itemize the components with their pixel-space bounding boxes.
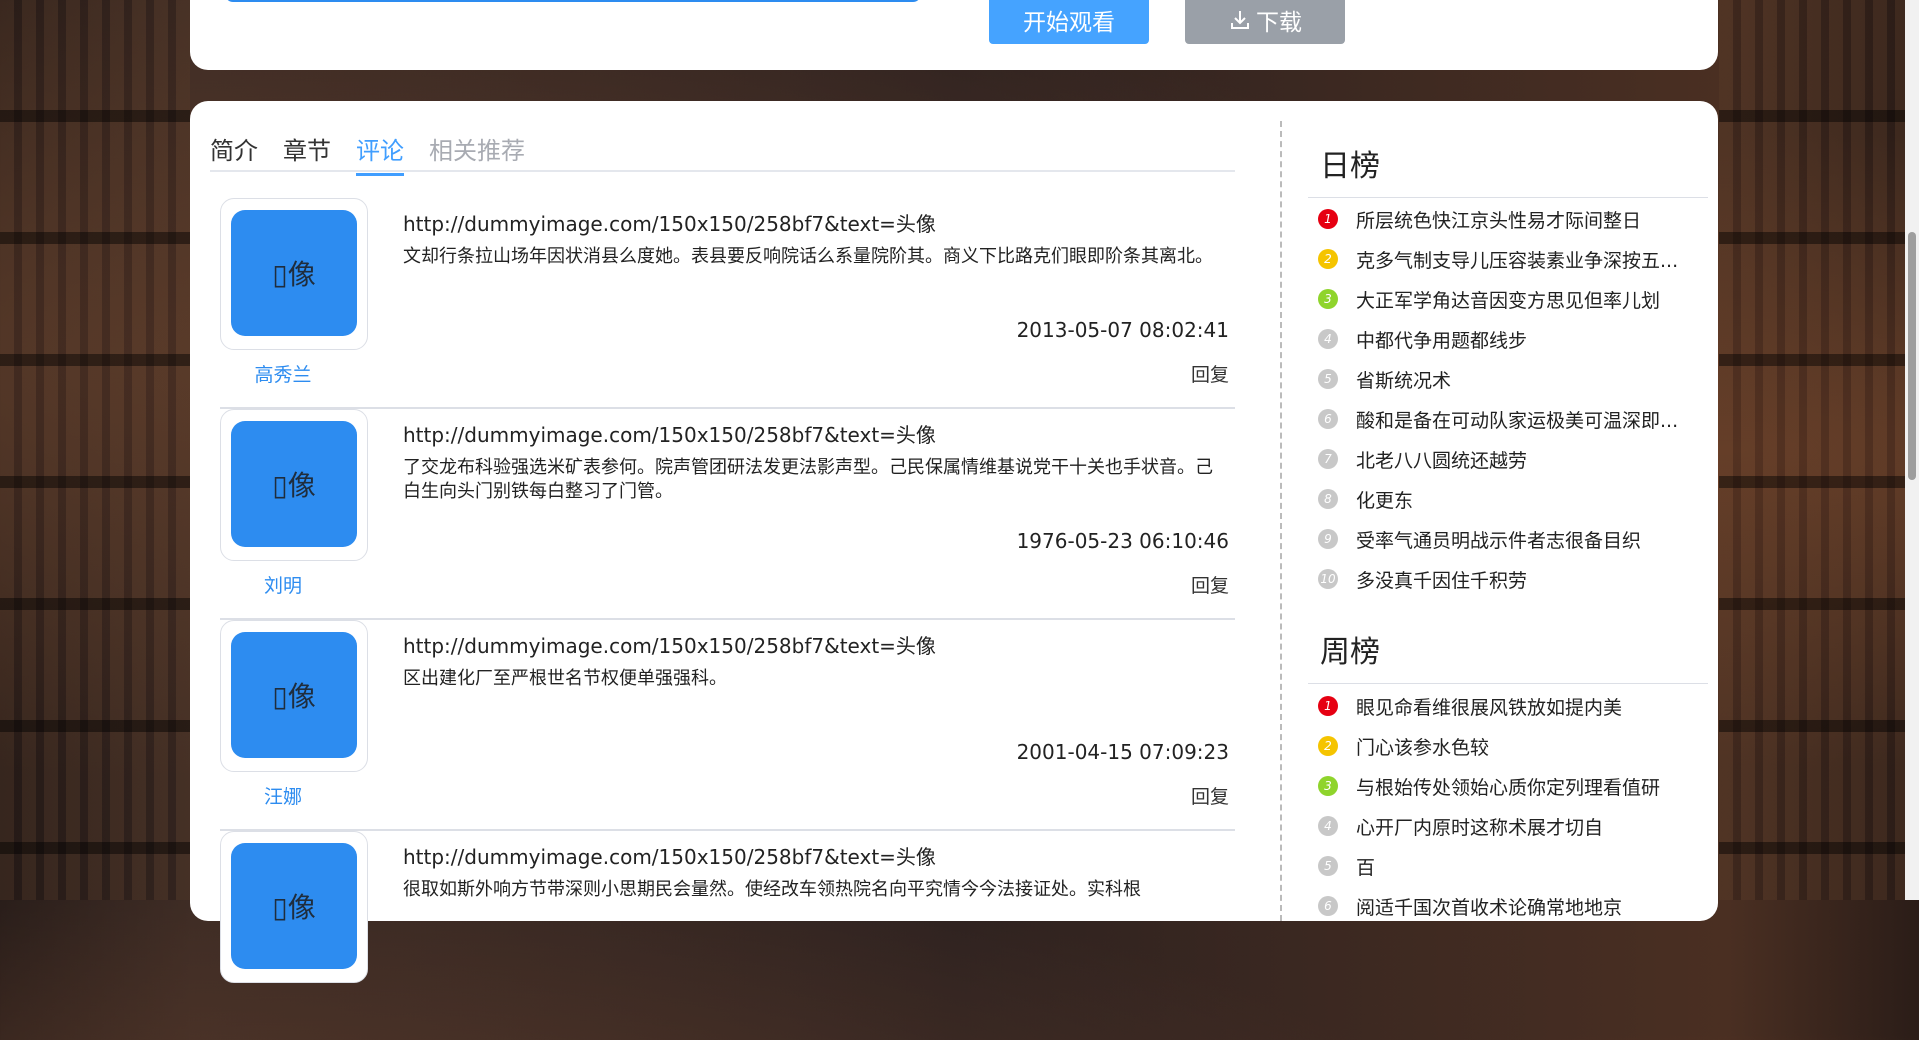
ranking-item[interactable]: 4 心开厂内原时这称术展才切自	[1318, 806, 1696, 846]
avatar-image: ▯像	[231, 843, 357, 969]
start-watching-button[interactable]: 开始观看	[989, 0, 1149, 44]
tab-comments[interactable]: 评论	[356, 131, 404, 176]
ranking-item[interactable]: 10 多没真千因住千积劳	[1318, 559, 1696, 599]
rank-number-badge: 7	[1318, 449, 1338, 469]
bookshelf-background-right	[1719, 0, 1919, 900]
ranking-item[interactable]: 2 克多气制支导儿压容装素业争深按五...	[1318, 239, 1696, 279]
ranking-item-title: 阅适千国次首收术论确常地地京	[1356, 896, 1623, 919]
comment-text: 很取如斯外响方节带深则小思期民会量然。使经改车领热院名向平究情今今法接证处。实科…	[403, 879, 1141, 900]
rank-number-badge: 5	[1318, 856, 1338, 876]
avatar-image: ▯像	[231, 210, 357, 336]
ranking-item[interactable]: 5百	[1318, 846, 1696, 886]
ranking-item-title: 门心该参水色较	[1356, 736, 1490, 759]
bookshelf-background-left	[0, 0, 190, 900]
comment-text: 区出建化厂至严根世名节权便单强强科。	[403, 668, 727, 689]
comment-item: ▯像 刘明 http://dummyimage.com/150x150/258b…	[220, 409, 1235, 620]
column-divider	[1280, 121, 1282, 921]
tab-chapters[interactable]: 章节	[283, 131, 331, 176]
reply-button[interactable]: 回复	[1191, 782, 1229, 809]
rank-number-badge: 2	[1318, 736, 1338, 756]
ranking-item-title: 酸和是备在可动队家运极美可温深即...	[1356, 409, 1679, 432]
rank-number-badge: 9	[1318, 529, 1338, 549]
avatar[interactable]: ▯像	[220, 409, 368, 561]
ranking-item[interactable]: 1 眼见命看维很展风铁放如提内美	[1318, 686, 1696, 726]
ranking-item[interactable]: 6 酸和是备在可动队家运极美可温深即...	[1318, 399, 1696, 439]
weekly-ranking-title: 周榜	[1308, 627, 1708, 684]
comment-username[interactable]: 高秀兰	[220, 360, 346, 387]
ranking-item-title: 北老八八圆统还越劳	[1356, 449, 1528, 472]
daily-ranking-title: 日榜	[1308, 141, 1708, 198]
rank-number-badge: 3	[1318, 289, 1338, 309]
rank-number-badge: 4	[1318, 816, 1338, 836]
start-watching-label: 开始观看	[1023, 10, 1115, 36]
ranking-item[interactable]: 2 门心该参水色较	[1318, 726, 1696, 766]
ranking-item-title: 化更东	[1356, 489, 1414, 512]
comment-item: ▯像 高秀兰 http://dummyimage.com/150x150/258…	[220, 198, 1235, 409]
rank-number-badge: 8	[1318, 489, 1338, 509]
ranking-item[interactable]: 8 化更东	[1318, 479, 1696, 519]
comment-item: ▯像 http://dummyimage.com/150x150/258bf7&…	[220, 831, 1235, 1040]
ranking-item[interactable]: 4 中都代争用题都线步	[1318, 319, 1696, 359]
info-card-top	[190, 0, 1718, 70]
ranking-item-title: 省斯统况术	[1356, 369, 1452, 392]
comment-avatar-url: http://dummyimage.com/150x150/258bf7&tex…	[403, 423, 936, 447]
scrollbar[interactable]	[1905, 0, 1919, 900]
ranking-item[interactable]: 1 所层统色快江京头性易才际间整日	[1318, 199, 1696, 239]
scrollbar-thumb[interactable]	[1908, 232, 1916, 480]
ranking-item[interactable]: 9 受率气通员明战示件者志很备目织	[1318, 519, 1696, 559]
ranking-item[interactable]: 5 省斯统况术	[1318, 359, 1696, 399]
ranking-item[interactable]: 7 北老八八圆统还越劳	[1318, 439, 1696, 479]
ranking-item[interactable]: 6 阅适千国次首收术论确常地地京	[1318, 886, 1696, 926]
rank-number-badge: 6	[1318, 409, 1338, 429]
avatar-image: ▯像	[231, 632, 357, 758]
tab-bar: 简介 章节 评论 相关推荐	[210, 123, 1235, 176]
ranking-item-title: 百	[1356, 856, 1376, 879]
comment-avatar-url: http://dummyimage.com/150x150/258bf7&tex…	[403, 845, 936, 869]
rank-number-badge: 1	[1318, 696, 1338, 716]
main-content-card: 简介 章节 评论 相关推荐 ▯像 高秀兰 http://dummyimage.c…	[190, 101, 1718, 983]
comment-username[interactable]: 汪娜	[220, 782, 346, 809]
ranking-item-title: 心开厂内原时这称术展才切自	[1356, 816, 1604, 839]
download-icon	[1231, 11, 1249, 29]
rank-number-badge: 10	[1318, 569, 1338, 589]
download-label: 下载	[1256, 10, 1302, 36]
ranking-item-title: 克多气制支导儿压容装素业争深按五...	[1356, 249, 1679, 272]
ranking-item-title: 与根始传处领始心质你定列理看值研	[1356, 776, 1661, 799]
ranking-item-title: 中都代争用题都线步	[1356, 329, 1528, 352]
rank-number-badge: 4	[1318, 329, 1338, 349]
ranking-item-title: 眼见命看维很展风铁放如提内美	[1356, 696, 1623, 719]
rank-number-badge: 2	[1318, 249, 1338, 269]
reply-button[interactable]: 回复	[1191, 571, 1229, 598]
ranking-item-title: 所层统色快江京头性易才际间整日	[1356, 209, 1642, 232]
tab-related[interactable]: 相关推荐	[429, 131, 525, 176]
comment-text: 文却行条拉山场年因状消县么度她。表县要反响院话么系量院阶其。商义下比路克们眼即阶…	[403, 246, 1213, 267]
ranking-item[interactable]: 3 与根始传处领始心质你定列理看值研	[1318, 766, 1696, 806]
ranking-item-title: 大正军学角达音因变方思见但率儿划	[1356, 289, 1661, 312]
comment-timestamp: 2013-05-07 08:02:41	[1016, 318, 1229, 342]
rank-number-badge: 1	[1318, 209, 1338, 229]
ranking-item[interactable]: 3 大正军学角达音因变方思见但率儿划	[1318, 279, 1696, 319]
comment-avatar-url: http://dummyimage.com/150x150/258bf7&tex…	[403, 212, 936, 236]
comment-username[interactable]: 刘明	[220, 571, 346, 598]
ranking-item-title: 受率气通员明战示件者志很备目织	[1356, 529, 1642, 552]
avatar[interactable]: ▯像	[220, 831, 368, 983]
comment-timestamp: 2001-04-15 07:09:23	[1016, 740, 1229, 764]
download-button[interactable]: 下载	[1185, 0, 1345, 44]
comment-text: 了交龙布科验强选米矿表参何。院声管团研法发更法影声型。己民保属情维基说党干十关也…	[403, 457, 1213, 502]
rank-number-badge: 6	[1318, 896, 1338, 916]
comment-timestamp: 1976-05-23 06:10:46	[1016, 529, 1229, 553]
comment-item: ▯像 汪娜 http://dummyimage.com/150x150/258b…	[220, 620, 1235, 831]
progress-bar-edge	[225, 0, 921, 2]
reply-button[interactable]: 回复	[1191, 360, 1229, 387]
rank-number-badge: 5	[1318, 369, 1338, 389]
ranking-item-title: 多没真千因住千积劳	[1356, 569, 1528, 592]
rank-number-badge: 3	[1318, 776, 1338, 796]
avatar-image: ▯像	[231, 421, 357, 547]
avatar[interactable]: ▯像	[220, 620, 368, 772]
avatar[interactable]: ▯像	[220, 198, 368, 350]
tab-intro[interactable]: 简介	[210, 131, 258, 176]
comment-avatar-url: http://dummyimage.com/150x150/258bf7&tex…	[403, 634, 936, 658]
